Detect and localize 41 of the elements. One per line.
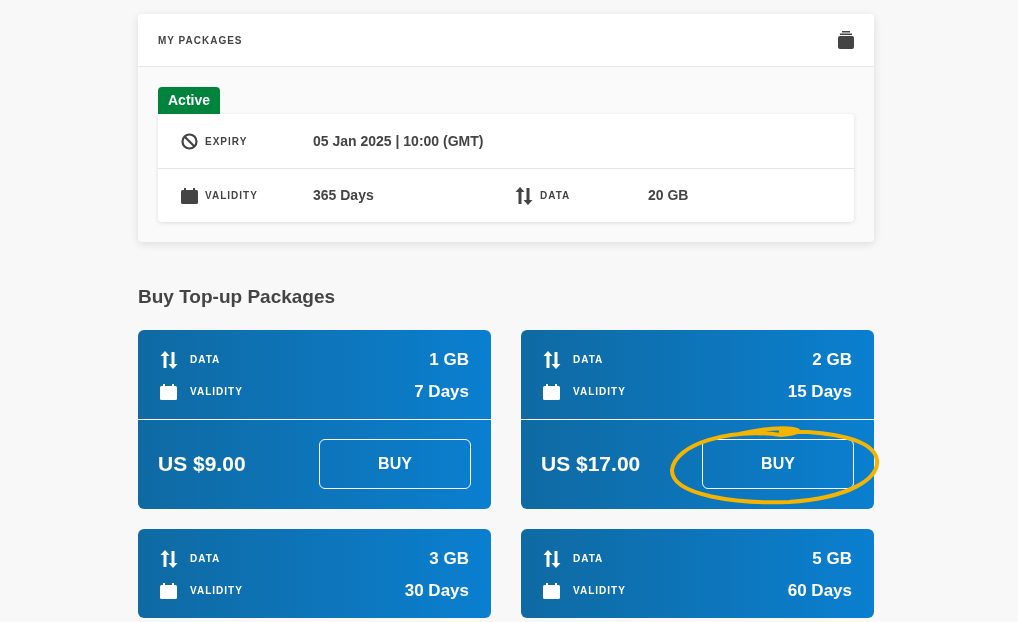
up-down-arrows-icon: [543, 548, 561, 569]
data-amount: 2 GB: [812, 348, 852, 371]
calendar-icon: [543, 582, 560, 599]
calendar-icon: [160, 582, 177, 599]
validity-period: 60 Days: [787, 579, 852, 602]
field-label: VALIDITY: [573, 584, 626, 598]
field-label: DATA: [190, 353, 221, 367]
field-label: EXPIRY: [205, 134, 249, 149]
data-amount: 5 GB: [812, 547, 852, 570]
data-amount: 1 GB: [429, 348, 469, 371]
price: US $17.00: [541, 451, 641, 478]
buy-button[interactable]: BUY: [702, 439, 854, 489]
status-badge: Active: [158, 87, 221, 114]
prohibited-icon: [181, 132, 198, 150]
field-label: DATA: [573, 552, 604, 566]
field-label: VALIDITY: [190, 385, 243, 399]
field-label: DATA: [190, 552, 221, 566]
up-down-arrows-icon: [160, 548, 178, 569]
field-value: 20 GB: [648, 186, 689, 205]
calendar-icon: [543, 383, 560, 400]
stack-icon: [838, 31, 854, 49]
price: US $9.00: [158, 451, 246, 478]
section-heading: Buy Top-up Packages: [138, 285, 337, 309]
field-label: VALIDITY: [205, 189, 259, 203]
calendar-icon: [181, 187, 198, 204]
field-label: VALIDITY: [190, 584, 243, 598]
field-label: VALIDITY: [573, 385, 626, 399]
up-down-arrows-icon: [543, 349, 561, 370]
validity-period: 15 Days: [787, 380, 852, 403]
field-value: 05 Jan 2025 | 10:00 (GMT): [313, 131, 484, 151]
data-amount: 3 GB: [429, 547, 469, 570]
validity-period: 30 Days: [404, 579, 469, 602]
validity-period: 7 Days: [414, 380, 469, 403]
calendar-icon: [160, 383, 177, 400]
field-label: DATA: [573, 353, 604, 367]
section-title: MY PACKAGES: [158, 33, 243, 48]
field-value: 365 Days: [313, 186, 375, 205]
up-down-arrows-icon: [515, 185, 533, 206]
field-label: DATA: [540, 189, 572, 203]
up-down-arrows-icon: [160, 349, 178, 370]
buy-button[interactable]: BUY: [319, 439, 471, 489]
